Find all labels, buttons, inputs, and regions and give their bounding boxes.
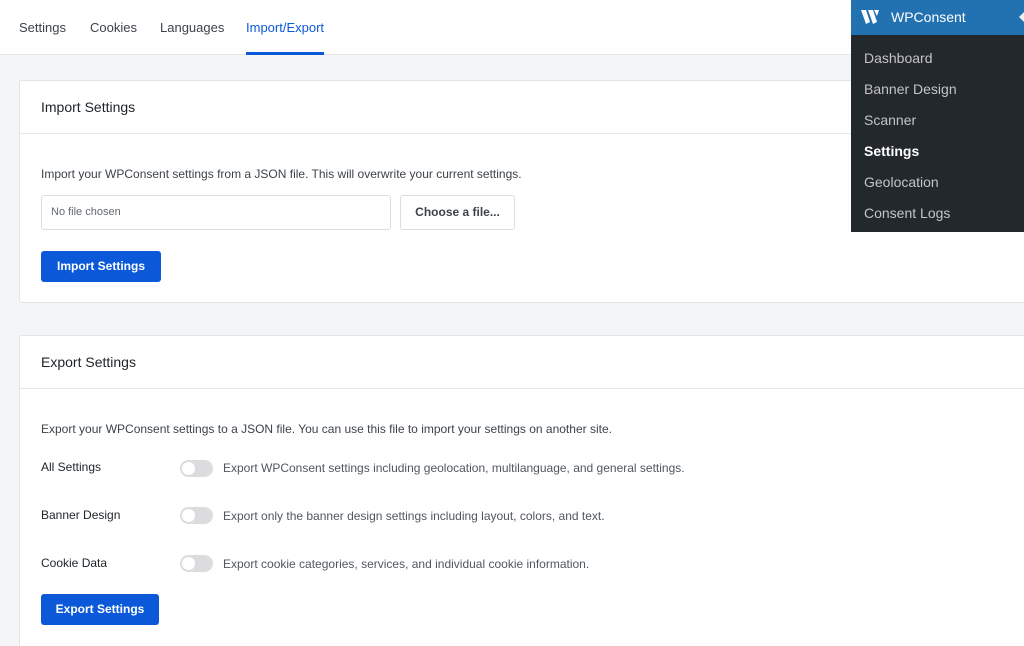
all-settings-label: All Settings (41, 460, 102, 474)
tab-cookies[interactable]: Cookies (90, 0, 137, 55)
export-settings-title: Export Settings (20, 336, 1024, 389)
current-indicator-icon (1019, 12, 1024, 22)
menu-item-dashboard[interactable]: Dashboard (864, 50, 933, 66)
tab-languages[interactable]: Languages (160, 0, 224, 55)
choose-file-button[interactable]: Choose a file... (400, 195, 515, 230)
export-settings-button[interactable]: Export Settings (41, 594, 159, 625)
export-description: Export your WPConsent settings to a JSON… (41, 422, 612, 436)
tab-import-export[interactable]: Import/Export (246, 0, 325, 55)
file-input[interactable]: No file chosen (41, 195, 391, 230)
menu-item-scanner[interactable]: Scanner (864, 112, 916, 128)
wpconsent-logo-icon (861, 10, 879, 24)
menu-item-geolocation[interactable]: Geolocation (864, 174, 939, 190)
admin-submenu: WPConsent Dashboard Banner Design Scanne… (851, 0, 1024, 232)
menu-item-consent-logs[interactable]: Consent Logs (864, 205, 950, 221)
banner-design-label: Banner Design (41, 508, 121, 522)
cookie-data-label: Cookie Data (41, 556, 108, 570)
tab-settings[interactable]: Settings (19, 0, 66, 55)
all-settings-description: Export WPConsent settings including geol… (223, 461, 685, 475)
import-description: Import your WPConsent settings from a JS… (41, 167, 522, 181)
menu-item-banner-design[interactable]: Banner Design (864, 81, 957, 97)
brand-name: WPConsent (891, 9, 966, 25)
banner-design-description: Export only the banner design settings i… (223, 509, 605, 523)
all-settings-toggle[interactable] (180, 460, 213, 477)
cookie-data-toggle[interactable] (180, 555, 213, 572)
cookie-data-description: Export cookie categories, services, and … (223, 557, 590, 571)
admin-menu-header[interactable]: WPConsent (851, 0, 1024, 35)
export-settings-card: Export Settings Export your WPConsent se… (19, 335, 1024, 646)
import-settings-button[interactable]: Import Settings (41, 251, 161, 282)
banner-design-toggle[interactable] (180, 507, 213, 524)
menu-item-settings[interactable]: Settings (864, 143, 919, 159)
